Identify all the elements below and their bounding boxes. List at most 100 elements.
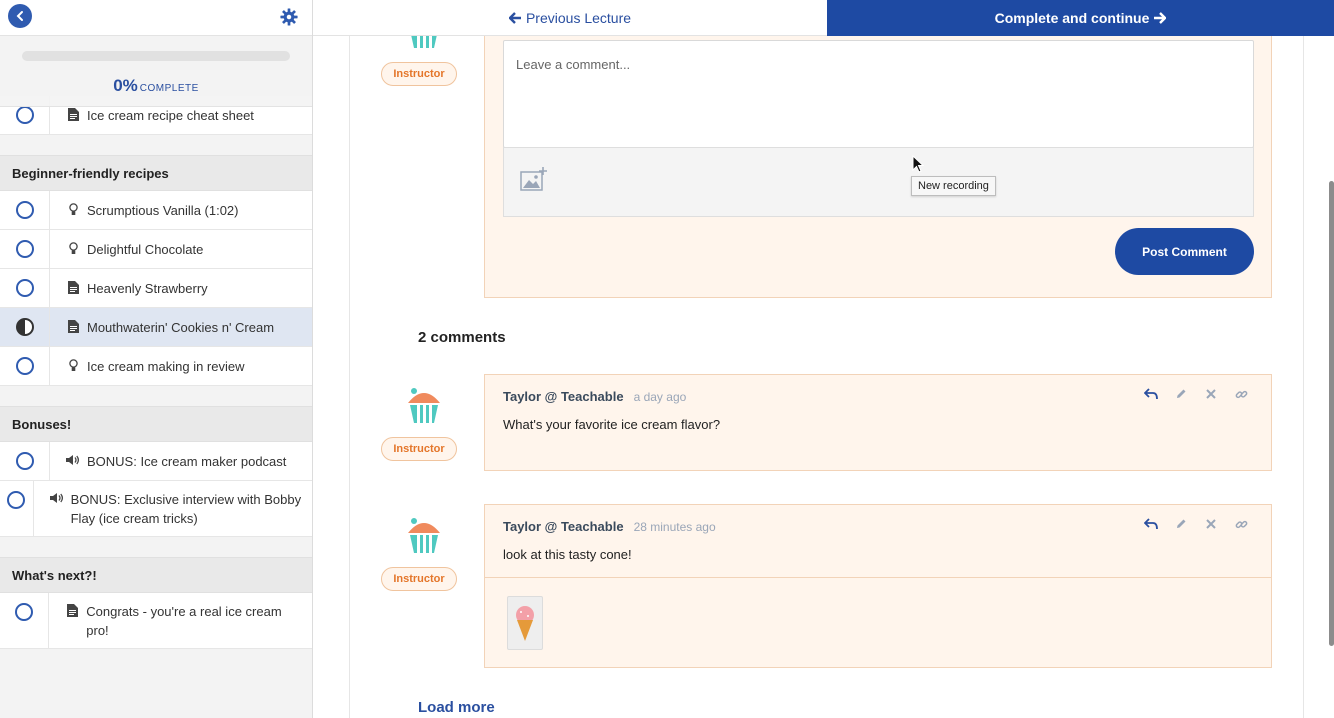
lecture-list: Ice cream recipe cheat sheet Beginner-fr… — [0, 96, 312, 649]
comment-author-line: Taylor @ Teachable 28 minutes ago — [503, 519, 716, 534]
lecture-label: BONUS: Exclusive interview with Bobby Fl… — [70, 491, 302, 526]
progress-complete-text: COMPLETE — [139, 83, 199, 94]
status-cell — [0, 481, 34, 536]
lecture-item[interactable]: Delightful Chocolate — [0, 230, 312, 269]
scrollbar[interactable] — [1329, 181, 1334, 646]
lecture-label: Ice cream making in review — [87, 358, 245, 374]
main-content: Instructor Post Comment New recording 2 … — [313, 18, 1334, 718]
status-circle-icon[interactable] — [15, 201, 34, 219]
lecture-title: Scrumptious Vanilla (1:02) — [50, 201, 247, 220]
course-sidebar: 0% COMPLETE Ice cream recipe cheat sheet … — [0, 0, 313, 718]
status-cell — [0, 191, 50, 229]
delete-icon[interactable] — [1203, 386, 1219, 402]
gear-icon[interactable] — [280, 8, 298, 26]
cupcake-avatar — [408, 388, 440, 423]
document-icon — [66, 318, 80, 333]
status-cell — [0, 308, 50, 346]
edit-icon[interactable] — [1173, 516, 1189, 532]
section-gap — [0, 135, 312, 155]
comment-time: a day ago — [633, 390, 687, 404]
status-circle-icon[interactable] — [15, 240, 34, 258]
status-circle-icon[interactable] — [15, 603, 34, 621]
comment-author[interactable]: Taylor @ Teachable — [503, 389, 624, 404]
lecture-item-current[interactable]: Mouthwaterin' Cookies n' Cream — [0, 308, 312, 347]
lecture-item[interactable]: BONUS: Ice cream maker podcast — [0, 442, 312, 481]
delete-icon[interactable] — [1203, 516, 1219, 532]
lecture-label: Mouthwaterin' Cookies n' Cream — [87, 319, 275, 335]
section-gap — [0, 537, 312, 557]
comment-card: Taylor @ Teachable 28 minutes ago look at… — [484, 504, 1272, 668]
lecture-item[interactable]: Heavenly Strawberry — [0, 269, 312, 308]
load-more-link[interactable]: Load more — [418, 699, 495, 716]
reply-icon[interactable] — [1143, 386, 1159, 402]
complete-label: Complete and continue — [994, 10, 1150, 26]
lecture-nav: Previous Lecture Complete and continue — [313, 0, 1334, 36]
course-progress: 0% COMPLETE — [0, 36, 312, 107]
section-header: Beginner-friendly recipes — [0, 155, 312, 191]
lecture-item[interactable]: Scrumptious Vanilla (1:02) — [0, 191, 312, 230]
edit-icon[interactable] — [1173, 386, 1189, 402]
comment-actions — [1143, 386, 1249, 402]
lightbulb-icon — [66, 240, 80, 255]
sidebar-header — [0, 0, 312, 36]
link-icon[interactable] — [1233, 516, 1249, 532]
complete-and-continue-button[interactable]: Complete and continue — [827, 0, 1334, 36]
document-icon — [66, 279, 80, 294]
lecture-item[interactable]: BONUS: Exclusive interview with Bobby Fl… — [0, 481, 312, 537]
add-image-icon[interactable] — [520, 166, 548, 192]
attachment-bar — [503, 147, 1254, 217]
link-icon[interactable] — [1233, 386, 1249, 402]
comment-attachment — [485, 577, 1271, 667]
document-icon — [66, 106, 80, 121]
lecture-item[interactable]: Congrats - you're a real ice cream pro! — [0, 593, 312, 649]
lecture-title: Congrats - you're a real ice cream pro! — [49, 602, 312, 640]
status-cell — [0, 442, 50, 480]
lecture-label: Heavenly Strawberry — [87, 280, 208, 296]
comment-time: 28 minutes ago — [633, 520, 716, 534]
cupcake-avatar — [408, 518, 440, 553]
lecture-label: Congrats - you're a real ice cream pro! — [86, 603, 282, 638]
section-header: What's next?! — [0, 557, 312, 593]
comment-body: What's your favorite ice cream flavor? — [503, 417, 721, 432]
post-comment-button[interactable]: Post Comment — [1115, 228, 1254, 275]
status-cell — [0, 593, 50, 648]
lecture-title: BONUS: Ice cream maker podcast — [50, 452, 294, 471]
back-button[interactable] — [8, 4, 32, 28]
lecture-item[interactable]: Ice cream making in review — [0, 347, 312, 386]
ice-cream-thumbnail[interactable] — [507, 596, 543, 650]
reply-icon[interactable] — [1143, 516, 1159, 532]
previous-lecture-button[interactable]: Previous Lecture — [313, 0, 827, 36]
comment-actions — [1143, 516, 1249, 532]
lecture-title: Heavenly Strawberry — [50, 279, 216, 298]
status-cell — [0, 269, 50, 307]
lightbulb-icon — [66, 357, 80, 372]
comment-body: look at this tasty cone! — [503, 547, 632, 562]
comment-author-line: Taylor @ Teachable a day ago — [503, 389, 686, 404]
status-circle-icon[interactable] — [15, 279, 34, 297]
previous-lecture-label: Previous Lecture — [525, 9, 632, 26]
status-circle-icon[interactable] — [15, 106, 34, 124]
comment-author[interactable]: Taylor @ Teachable — [503, 519, 624, 534]
comment-input[interactable] — [503, 40, 1254, 148]
status-circle-icon[interactable] — [15, 452, 34, 470]
section-header: Bonuses! — [0, 406, 312, 442]
half-circle-icon[interactable] — [15, 318, 34, 336]
comments-count: 2 comments — [418, 329, 506, 346]
status-circle-icon[interactable] — [7, 491, 26, 509]
ice-cream-cone-icon — [516, 606, 534, 641]
comment-composer: Post Comment — [484, 36, 1272, 298]
status-cell — [0, 347, 50, 385]
lecture-label: Scrumptious Vanilla (1:02) — [87, 202, 239, 218]
status-circle-icon[interactable] — [15, 357, 34, 375]
instructor-badge: Instructor — [381, 62, 457, 86]
chevron-left-icon — [16, 11, 23, 21]
comment-card: Taylor @ Teachable a day ago What's your … — [484, 374, 1272, 471]
lecture-title: Ice cream making in review — [50, 357, 253, 376]
lecture-label: Ice cream recipe cheat sheet — [87, 107, 254, 123]
tooltip: New recording — [911, 176, 996, 196]
instructor-badge: Instructor — [381, 567, 457, 591]
instructor-badge: Instructor — [381, 437, 457, 461]
audio-icon — [49, 490, 64, 504]
lecture-title: BONUS: Exclusive interview with Bobby Fl… — [34, 490, 312, 528]
lightbulb-icon — [66, 201, 80, 216]
